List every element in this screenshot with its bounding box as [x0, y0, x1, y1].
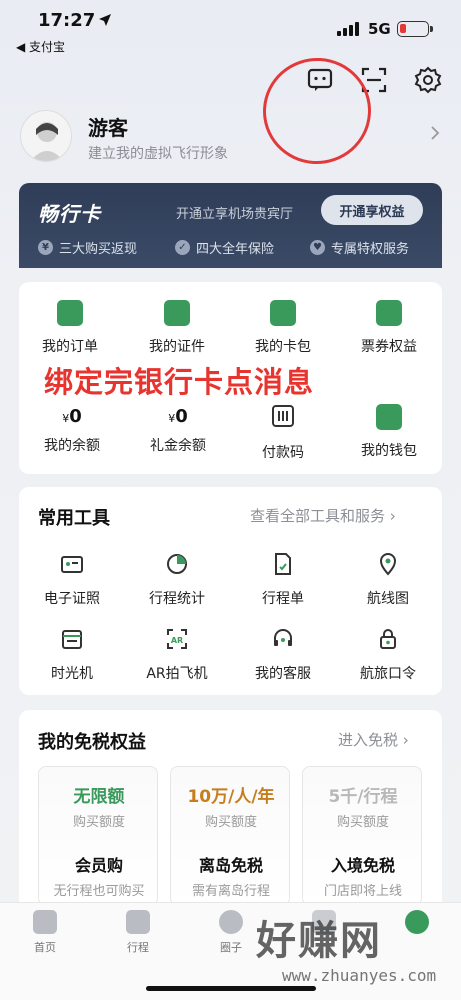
yen-icon: ¥	[38, 240, 53, 255]
card-perk: ¥ 三大购买返现	[38, 238, 137, 257]
grid-item-card-wallet[interactable]: 我的卡包	[233, 300, 333, 356]
tools-title: 常用工具	[38, 508, 110, 529]
card-name: 畅行卡	[38, 202, 101, 226]
username[interactable]: 游客	[88, 112, 128, 141]
duty-free-card[interactable]: 无限额 购买额度 会员购 无行程也可购买	[38, 766, 158, 906]
balance-item[interactable]: ¥0 我的余额	[22, 406, 122, 455]
annotation-text: 绑定完银行卡点消息	[38, 357, 321, 403]
tool-item[interactable]: 航线图	[338, 552, 438, 608]
id-card-icon	[164, 300, 190, 326]
tool-item[interactable]: 行程统计	[127, 552, 227, 608]
diamond-icon: ♥	[310, 240, 325, 255]
battery-icon	[397, 21, 433, 37]
duty-free-title: 我的免税权益	[38, 732, 146, 753]
home-icon	[33, 910, 57, 934]
pay-code-item[interactable]: 付款码	[233, 404, 333, 462]
tab-me[interactable]	[382, 910, 452, 939]
card-perk: ✓ 四大全年保险	[175, 238, 274, 257]
lock-icon	[380, 629, 396, 649]
itinerary-icon	[275, 553, 291, 575]
ar-icon: AR	[167, 629, 187, 649]
activate-card-button[interactable]: 开通享权益	[321, 195, 423, 225]
grid-item-documents[interactable]: 我的证件	[127, 300, 227, 356]
calendar-icon	[62, 630, 82, 649]
profile-subtitle[interactable]: 建立我的虚拟飞行形象	[88, 143, 228, 163]
gear-icon[interactable]	[414, 66, 442, 94]
tool-item[interactable]: 电子证照	[22, 552, 122, 608]
svg-text:AR: AR	[171, 636, 183, 645]
watermark-url: www.zhuanyes.com	[282, 966, 437, 985]
tab-trips[interactable]: 行程	[103, 910, 173, 955]
location-pin-icon	[379, 553, 397, 576]
grid-item-tickets[interactable]: 票券权益	[339, 300, 439, 356]
tool-item[interactable]: 我的客服	[233, 627, 333, 683]
chat-bubble-icon	[219, 910, 243, 934]
home-indicator	[146, 986, 316, 991]
tool-item[interactable]: AR AR拍飞机	[127, 627, 227, 683]
quota-value: 10万/人/年	[187, 787, 275, 807]
avatar[interactable]	[20, 110, 72, 162]
tab-home[interactable]: 首页	[10, 910, 80, 955]
wallet-item[interactable]: 我的钱包	[339, 404, 439, 460]
chevron-right-icon[interactable]	[430, 125, 440, 141]
tool-item[interactable]: 航旅口令	[338, 627, 438, 683]
view-all-tools-link[interactable]: 查看全部工具和服务 ›	[250, 505, 396, 526]
quota-value: 无限额	[73, 787, 125, 807]
network-type: 5G	[368, 20, 391, 38]
duty-free-card[interactable]: 5千/行程 购买额度 入境免税 门店即将上线	[302, 766, 422, 906]
pay-code-icon	[272, 405, 294, 427]
card-perk: ♥ 专属特权服务	[310, 238, 409, 257]
ticket-icon	[376, 300, 402, 326]
status-time: 17:27	[38, 10, 96, 31]
e-license-icon	[61, 556, 83, 573]
duty-free-card[interactable]: 10万/人/年 购买额度 离岛免税 需有离岛行程	[170, 766, 290, 906]
enter-duty-free-link[interactable]: 进入免税 ›	[338, 729, 409, 750]
card-wallet-icon	[270, 300, 296, 326]
location-arrow-icon	[99, 14, 111, 26]
headset-icon	[274, 629, 292, 646]
luggage-icon	[126, 910, 150, 934]
grid-item-orders[interactable]: 我的订单	[20, 300, 120, 356]
gift-balance-item[interactable]: ¥0 礼金余额	[128, 406, 228, 455]
shield-icon: ✓	[175, 240, 190, 255]
pie-chart-icon	[167, 554, 187, 574]
quota-value: 5千/行程	[328, 787, 398, 807]
signal-icon	[337, 22, 359, 36]
back-to-app-link[interactable]: ◀ 支付宝	[16, 38, 65, 55]
card-description: 开通立享机场贵宾厅	[176, 207, 294, 222]
watermark: 好赚网	[256, 918, 382, 964]
person-icon	[405, 910, 429, 934]
tool-item[interactable]: 行程单	[233, 552, 333, 608]
wallet-icon	[376, 404, 402, 430]
order-icon	[57, 300, 83, 326]
tool-item[interactable]: 时光机	[22, 627, 122, 683]
